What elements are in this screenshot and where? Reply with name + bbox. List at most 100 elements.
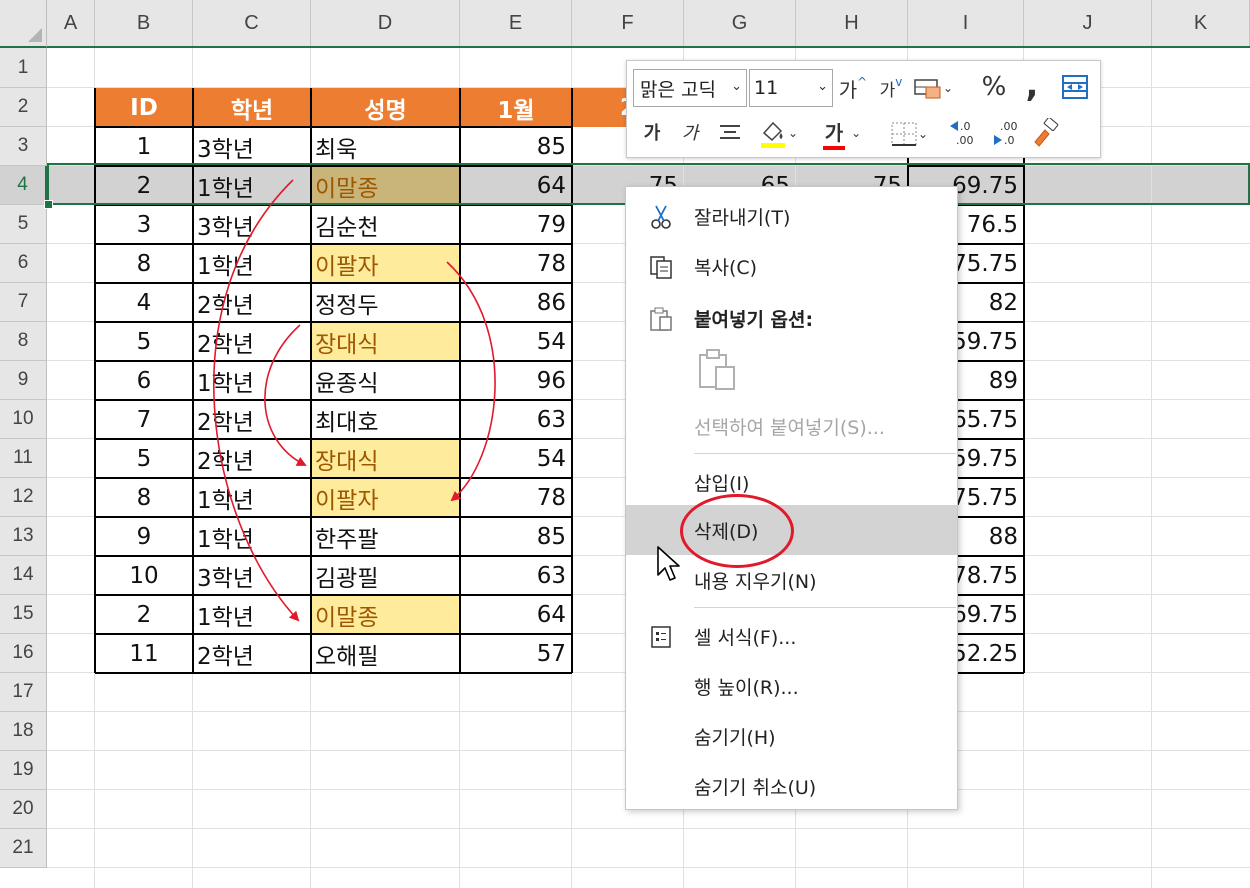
menu-item-cut[interactable]: 잘라내기(T) — [626, 191, 957, 241]
table-cell-m1[interactable]: 63 — [460, 556, 572, 595]
table-cell-id[interactable]: 1 — [95, 127, 193, 166]
row-header-15[interactable]: 15 — [0, 595, 47, 634]
table-cell-m1[interactable]: 64 — [460, 166, 572, 205]
row-header-13[interactable]: 13 — [0, 517, 47, 556]
row-header-21[interactable]: 21 — [0, 829, 47, 868]
table-cell-m1[interactable]: 85 — [460, 517, 572, 556]
decrease-decimal-button[interactable]: .00.0 — [989, 115, 1023, 151]
row-header-6[interactable]: 6 — [0, 244, 47, 283]
merge-center-button[interactable] — [1059, 71, 1091, 103]
font-name-box[interactable]: 맑은 고딕 ⌄ — [633, 69, 747, 107]
row-header-16[interactable]: 16 — [0, 634, 47, 673]
table-cell-name[interactable]: 한주팔 — [311, 517, 460, 556]
table-cell-grade[interactable]: 1학년 — [193, 361, 311, 400]
table-cell-grade[interactable]: 3학년 — [193, 556, 311, 595]
table-cell-grade[interactable]: 1학년 — [193, 478, 311, 517]
column-header-f[interactable]: F — [572, 0, 684, 48]
table-cell-m1[interactable]: 57 — [460, 634, 572, 673]
column-header-d[interactable]: D — [311, 0, 460, 48]
table-cell-id[interactable]: 7 — [95, 400, 193, 439]
table-cell-grade[interactable]: 1학년 — [193, 595, 311, 634]
table-cell-id[interactable]: 6 — [95, 361, 193, 400]
row-header-10[interactable]: 10 — [0, 400, 47, 439]
table-cell-m1[interactable]: 54 — [460, 439, 572, 478]
table-cell-grade[interactable]: 3학년 — [193, 127, 311, 166]
table-header-cell[interactable]: 학년 — [193, 88, 311, 127]
table-cell-name[interactable]: 정정두 — [311, 283, 460, 322]
row-header-2[interactable]: 2 — [0, 88, 47, 127]
percent-style-button[interactable]: % — [979, 69, 1009, 105]
table-cell-name[interactable]: 오해필 — [311, 634, 460, 673]
table-cell-name[interactable]: 이말종 — [311, 166, 460, 205]
font-color-button[interactable]: 가 ⌄ — [817, 115, 869, 151]
row-header-4[interactable]: 4 — [0, 166, 47, 205]
table-cell-grade[interactable]: 2학년 — [193, 634, 311, 673]
row-header-11[interactable]: 11 — [0, 439, 47, 478]
row-header-14[interactable]: 14 — [0, 556, 47, 595]
table-cell-name[interactable]: 최대호 — [311, 400, 460, 439]
select-all-button[interactable] — [0, 0, 47, 48]
font-size-box[interactable]: 11 ⌄ — [749, 69, 833, 107]
table-cell-name[interactable]: 장대식 — [311, 439, 460, 478]
row-header-19[interactable]: 19 — [0, 751, 47, 790]
format-painter-button[interactable] — [1029, 115, 1063, 151]
table-cell-id[interactable]: 5 — [95, 439, 193, 478]
column-header-h[interactable]: H — [796, 0, 908, 48]
row-header-5[interactable]: 5 — [0, 205, 47, 244]
menu-item-insert[interactable]: 삽입(I) — [626, 457, 957, 507]
table-cell-name[interactable]: 이팔자 — [311, 244, 460, 283]
table-cell-grade[interactable]: 1학년 — [193, 244, 311, 283]
table-cell-grade[interactable]: 2학년 — [193, 400, 311, 439]
row-header-17[interactable]: 17 — [0, 673, 47, 712]
column-header-c[interactable]: C — [193, 0, 311, 48]
bold-button[interactable]: 가 — [639, 115, 665, 149]
paste-button[interactable] — [696, 347, 740, 393]
table-cell-id[interactable]: 10 — [95, 556, 193, 595]
table-cell-name[interactable]: 김광필 — [311, 556, 460, 595]
table-cell-name[interactable]: 장대식 — [311, 322, 460, 361]
align-center-button[interactable] — [717, 117, 743, 149]
fill-color-button[interactable]: ⌄ — [753, 115, 803, 151]
cell-styles-button[interactable]: ⌄ — [913, 71, 953, 105]
table-cell-m1[interactable]: 86 — [460, 283, 572, 322]
table-cell-grade[interactable]: 2학년 — [193, 322, 311, 361]
table-header-cell[interactable]: 1월 — [460, 88, 572, 127]
row-header-9[interactable]: 9 — [0, 361, 47, 400]
column-header-i[interactable]: I — [908, 0, 1024, 48]
table-cell-grade[interactable]: 2학년 — [193, 439, 311, 478]
table-cell-m1[interactable]: 63 — [460, 400, 572, 439]
table-cell-grade[interactable]: 2학년 — [193, 283, 311, 322]
table-cell-id[interactable]: 4 — [95, 283, 193, 322]
table-cell-id[interactable]: 3 — [95, 205, 193, 244]
italic-button[interactable]: 가 — [677, 115, 703, 149]
row-header-3[interactable]: 3 — [0, 127, 47, 166]
table-cell-m1[interactable]: 78 — [460, 478, 572, 517]
table-cell-m1[interactable]: 79 — [460, 205, 572, 244]
table-cell-name[interactable]: 최욱 — [311, 127, 460, 166]
table-cell-m1[interactable]: 64 — [460, 595, 572, 634]
table-cell-m1[interactable]: 85 — [460, 127, 572, 166]
table-cell-id[interactable]: 2 — [95, 166, 193, 205]
column-header-e[interactable]: E — [460, 0, 572, 48]
table-cell-id[interactable]: 5 — [95, 322, 193, 361]
row-header-12[interactable]: 12 — [0, 478, 47, 517]
table-cell-name[interactable]: 윤종식 — [311, 361, 460, 400]
table-cell-id[interactable]: 8 — [95, 478, 193, 517]
table-cell-name[interactable]: 이말종 — [311, 595, 460, 634]
table-cell-m1[interactable]: 54 — [460, 322, 572, 361]
column-header-k[interactable]: K — [1152, 0, 1250, 48]
row-header-18[interactable]: 18 — [0, 712, 47, 751]
table-cell-grade[interactable]: 1학년 — [193, 517, 311, 556]
increase-font-size-button[interactable]: 가 ^ — [837, 71, 869, 105]
menu-item-format-cells[interactable]: 셀 서식(F)... — [626, 611, 957, 661]
table-cell-m1[interactable]: 96 — [460, 361, 572, 400]
menu-item-row-height[interactable]: 행 높이(R)... — [626, 661, 957, 711]
table-cell-grade[interactable]: 1학년 — [193, 166, 311, 205]
table-cell-m1[interactable]: 78 — [460, 244, 572, 283]
borders-button[interactable]: ⌄ — [883, 117, 935, 151]
decrease-font-size-button[interactable]: 가v — [875, 71, 907, 105]
table-cell-name[interactable]: 김순천 — [311, 205, 460, 244]
table-header-cell[interactable]: 성명 — [311, 88, 460, 127]
table-cell-name[interactable]: 이팔자 — [311, 478, 460, 517]
comma-style-button[interactable]: , — [1021, 65, 1043, 105]
